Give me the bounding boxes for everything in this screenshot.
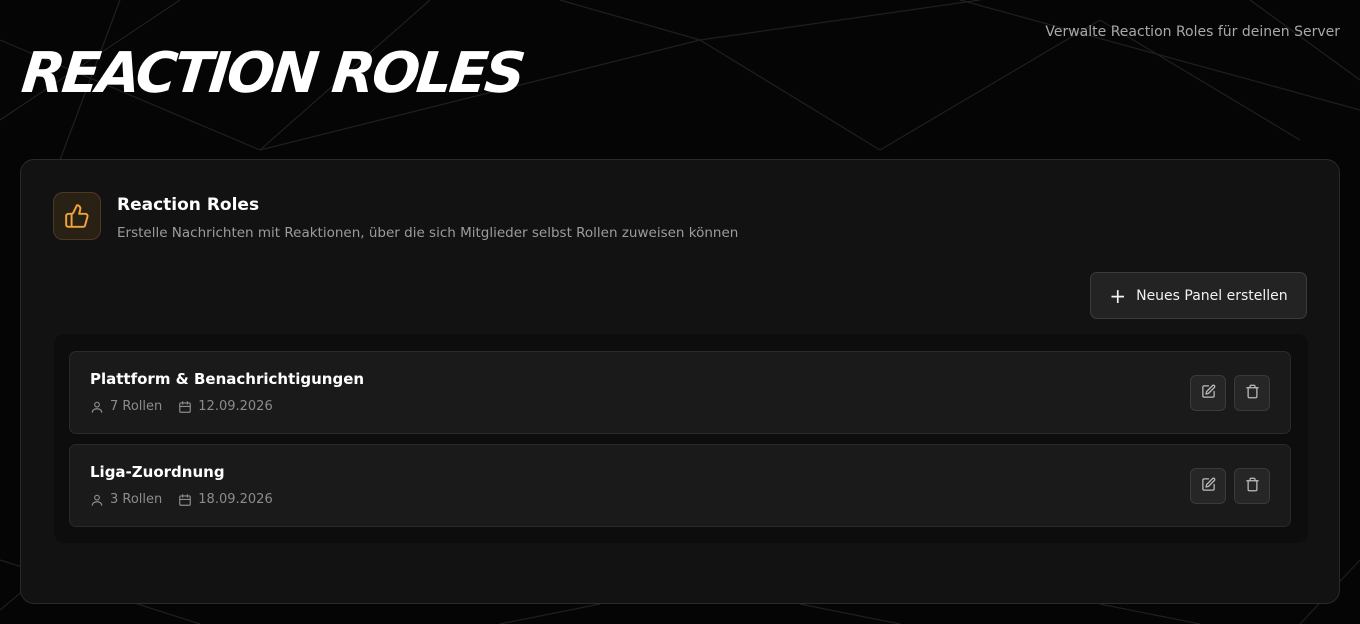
plus-icon: + — [1109, 283, 1127, 308]
panel-date: 18.09.2026 — [198, 492, 273, 507]
panel-meta: 7 Rollen 12.09.2026 — [90, 399, 289, 414]
edit-button[interactable] — [1190, 468, 1226, 504]
panel-name: Liga-Zuordnung — [90, 463, 225, 481]
edit-icon — [1201, 384, 1216, 403]
card-description: Erstelle Nachrichten mit Reaktionen, übe… — [117, 225, 739, 241]
card-title: Reaction Roles — [117, 195, 260, 215]
delete-button[interactable] — [1234, 375, 1270, 411]
edit-icon — [1201, 477, 1216, 496]
edit-button[interactable] — [1190, 375, 1226, 411]
page: REACTION ROLES Verwalte Reaction Roles f… — [0, 0, 1360, 624]
user-icon — [90, 400, 104, 414]
page-subtitle: Verwalte Reaction Roles für deinen Serve… — [1045, 24, 1340, 40]
trash-icon — [1245, 384, 1260, 403]
panel-date: 12.09.2026 — [198, 399, 273, 414]
thumbs-up-icon — [53, 192, 101, 240]
list-item[interactable]: Liga-Zuordnung 3 Rollen 18.09.2026 — [69, 444, 1291, 527]
panel-meta: 3 Rollen 18.09.2026 — [90, 492, 289, 507]
user-icon — [90, 493, 104, 507]
page-title: REACTION ROLES — [18, 41, 526, 106]
reaction-roles-card: Reaction Roles Erstelle Nachrichten mit … — [20, 159, 1340, 604]
new-panel-button[interactable]: + Neues Panel erstellen — [1090, 272, 1307, 319]
calendar-icon — [178, 493, 192, 507]
delete-button[interactable] — [1234, 468, 1270, 504]
new-panel-label: Neues Panel erstellen — [1136, 287, 1288, 304]
roles-count: 3 Rollen — [110, 492, 163, 507]
roles-count: 7 Rollen — [110, 399, 163, 414]
row-actions — [1190, 375, 1270, 411]
panel-list: Plattform & Benachrichtigungen 7 Rollen … — [54, 334, 1308, 543]
list-item[interactable]: Plattform & Benachrichtigungen 7 Rollen … — [69, 351, 1291, 434]
panel-name: Plattform & Benachrichtigungen — [90, 370, 365, 388]
row-actions — [1190, 468, 1270, 504]
trash-icon — [1245, 477, 1260, 496]
calendar-icon — [178, 400, 192, 414]
